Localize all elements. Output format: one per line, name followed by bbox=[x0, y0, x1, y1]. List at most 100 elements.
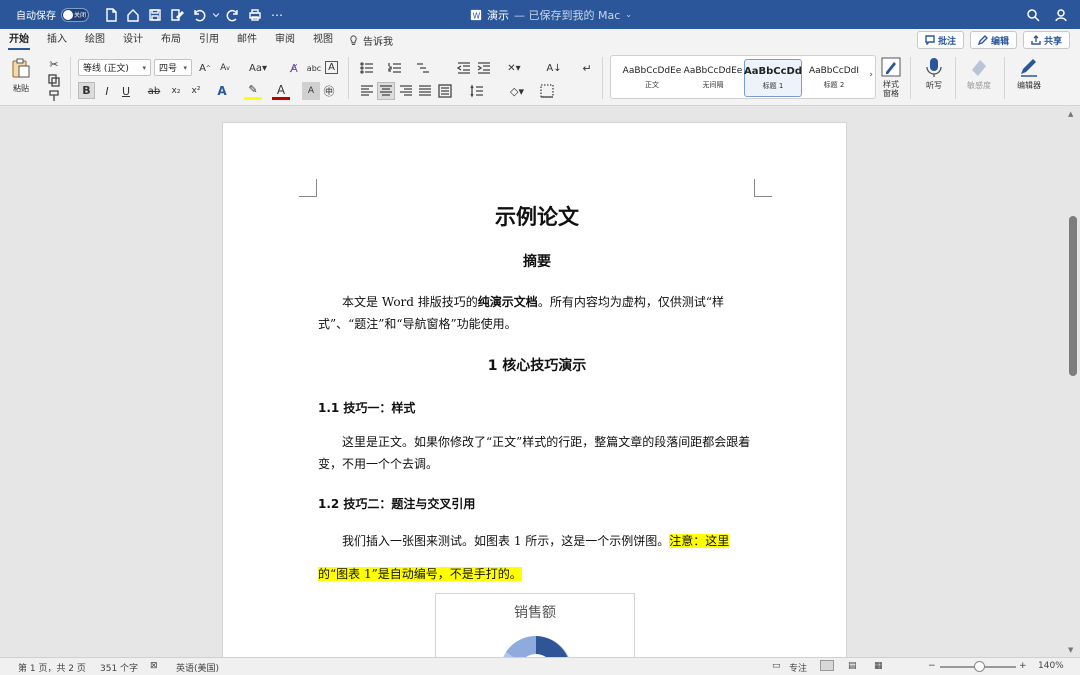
autosave-toggle[interactable]: 关闭 bbox=[61, 7, 89, 22]
align-right-icon[interactable] bbox=[397, 82, 415, 100]
abstract-heading[interactable]: 摘要 bbox=[318, 251, 756, 271]
focus-mode-button[interactable]: 专注 bbox=[789, 661, 807, 674]
heading-1-1[interactable]: 1.1 技巧一：样式 bbox=[318, 399, 756, 416]
font-size-combo[interactable]: 四号 ▾ bbox=[154, 59, 192, 76]
align-left-icon[interactable] bbox=[358, 82, 376, 100]
tab-design[interactable]: 设计 bbox=[114, 29, 152, 51]
shading-icon[interactable]: ◇▾ bbox=[508, 82, 526, 100]
highlight-icon[interactable]: ✎ bbox=[244, 82, 262, 100]
sort-icon[interactable]: A↓ bbox=[545, 59, 563, 77]
style-normal[interactable]: AaBbCcDdEe 正文 bbox=[623, 59, 682, 97]
home-icon[interactable] bbox=[123, 5, 143, 25]
increase-indent-icon[interactable] bbox=[475, 59, 493, 77]
zoom-level[interactable]: 140% bbox=[1038, 661, 1064, 671]
bold-button[interactable]: B bbox=[78, 82, 95, 99]
change-case-icon[interactable]: Aa▾ bbox=[246, 59, 270, 77]
char-shading-icon[interactable]: A bbox=[302, 82, 320, 100]
edit-button[interactable]: 编辑 bbox=[969, 31, 1017, 49]
bullets-icon[interactable] bbox=[358, 59, 376, 77]
document-title-heading[interactable]: 示例论文 bbox=[318, 201, 756, 231]
paste-button[interactable]: 粘贴 bbox=[10, 57, 32, 94]
scroll-down-arrow[interactable]: ▼ bbox=[1068, 646, 1073, 654]
dictate-button[interactable]: 听写 bbox=[921, 56, 947, 91]
tab-mailings[interactable]: 邮件 bbox=[228, 29, 266, 51]
italic-button[interactable]: I bbox=[98, 82, 116, 100]
zoom-slider-handle[interactable] bbox=[974, 661, 985, 672]
multilevel-list-icon[interactable] bbox=[414, 59, 432, 77]
align-center-icon[interactable] bbox=[377, 82, 395, 100]
document-title[interactable]: W 演示 — 已保存到我的 Mac ⌄ bbox=[470, 0, 632, 29]
focus-icon[interactable]: ▭ bbox=[772, 661, 781, 671]
text-effects-icon[interactable]: A bbox=[213, 82, 231, 100]
pencil-icon bbox=[977, 35, 988, 45]
sensitivity-button[interactable]: 敏感度 bbox=[962, 56, 996, 91]
zoom-out-button[interactable]: − bbox=[928, 661, 936, 671]
styles-more-chevron-icon[interactable]: › bbox=[869, 70, 873, 80]
new-document-icon[interactable] bbox=[101, 5, 121, 25]
line-spacing-icon[interactable] bbox=[468, 82, 486, 100]
font-color-icon[interactable]: A bbox=[272, 82, 290, 100]
style-heading-2[interactable]: AaBbCcDdI 标题 2 bbox=[805, 59, 863, 97]
more-icon[interactable]: ⋯ bbox=[267, 5, 287, 25]
pie-chart-object[interactable]: 销售额 bbox=[435, 593, 635, 661]
superscript-button[interactable]: x² bbox=[187, 82, 205, 100]
print-layout-view-icon[interactable] bbox=[820, 660, 834, 671]
body-paragraph-caption[interactable]: 我们插入一张图来测试。如图表 1 所示，这是一个示例饼图。注意：这里的“图表 1… bbox=[318, 525, 756, 591]
proofing-icon[interactable]: ⊠ bbox=[150, 661, 158, 671]
format-painter-icon[interactable] bbox=[45, 87, 63, 105]
tab-home[interactable]: 开始 bbox=[0, 29, 38, 51]
heading-1-2[interactable]: 1.2 技巧二：题注与交叉引用 bbox=[318, 495, 756, 512]
read-mode-view-icon[interactable]: ▦ bbox=[874, 661, 883, 671]
tell-me-search[interactable]: 告诉我 bbox=[348, 33, 393, 48]
style-heading-1[interactable]: AaBbCcDd 标题 1 bbox=[744, 59, 802, 97]
comment-button[interactable]: 批注 bbox=[916, 31, 964, 49]
share-button[interactable]: 共享 bbox=[1022, 31, 1070, 49]
word-count[interactable]: 351 个字 bbox=[100, 661, 138, 674]
grow-font-icon[interactable]: A ^ bbox=[196, 59, 214, 77]
shrink-font-icon[interactable]: Av bbox=[216, 59, 234, 77]
distributed-icon[interactable] bbox=[436, 82, 454, 100]
abstract-paragraph[interactable]: 本文是 Word 排版技巧的纯演示文档。所有内容均为虚构，仅供测试“样式”、“题… bbox=[318, 291, 756, 335]
decrease-indent-icon[interactable] bbox=[455, 59, 473, 77]
borders-icon[interactable] bbox=[538, 82, 556, 100]
account-icon[interactable] bbox=[1054, 8, 1068, 22]
asian-layout-icon[interactable]: ✕▾ bbox=[505, 59, 523, 77]
clear-formatting-icon[interactable]: A̸ bbox=[285, 59, 303, 77]
search-icon[interactable] bbox=[1026, 8, 1040, 22]
font-name-combo[interactable]: 等线 (正文) ▾ bbox=[78, 59, 151, 76]
web-layout-view-icon[interactable]: ▤ bbox=[848, 661, 857, 671]
chevron-down-icon[interactable] bbox=[211, 5, 221, 25]
tab-view[interactable]: 视图 bbox=[304, 29, 342, 51]
document-page[interactable]: 示例论文 摘要 本文是 Word 排版技巧的纯演示文档。所有内容均为虚构，仅供测… bbox=[222, 122, 847, 662]
heading-1[interactable]: 1 核心技巧演示 bbox=[318, 355, 756, 375]
scroll-up-arrow[interactable]: ▲ bbox=[1068, 110, 1073, 118]
phonetic-guide-icon[interactable]: abc bbox=[305, 59, 323, 77]
style-no-spacing[interactable]: AaBbCcDdEe 无间隔 bbox=[684, 59, 743, 97]
vertical-scrollbar-thumb[interactable] bbox=[1069, 216, 1077, 376]
tab-references[interactable]: 引用 bbox=[190, 29, 228, 51]
language-indicator[interactable]: 英语(美国) bbox=[176, 661, 219, 674]
print-icon[interactable] bbox=[245, 5, 265, 25]
body-paragraph[interactable]: 这里是正文。如果你修改了“正文”样式的行距，整篇文章的段落间距都会跟着变，不用一… bbox=[318, 431, 756, 475]
undo-icon[interactable] bbox=[189, 5, 209, 25]
strikethrough-button[interactable]: ab bbox=[145, 82, 163, 100]
document-canvas[interactable]: 示例论文 摘要 本文是 Word 排版技巧的纯演示文档。所有内容均为虚构，仅供测… bbox=[0, 106, 1080, 662]
show-marks-icon[interactable]: ↵ bbox=[578, 59, 596, 77]
numbering-icon[interactable] bbox=[386, 59, 404, 77]
styles-pane-button[interactable]: 样式 窗格 bbox=[879, 56, 903, 98]
tab-layout[interactable]: 布局 bbox=[152, 29, 190, 51]
char-border-icon[interactable]: A bbox=[325, 61, 338, 74]
enclose-char-icon[interactable]: ㊥ bbox=[320, 82, 338, 100]
save-icon[interactable] bbox=[145, 5, 165, 25]
subscript-button[interactable]: x₂ bbox=[167, 82, 185, 100]
tab-review[interactable]: 审阅 bbox=[266, 29, 304, 51]
underline-button[interactable]: U bbox=[117, 82, 135, 100]
zoom-in-button[interactable]: + bbox=[1019, 661, 1027, 671]
tab-draw[interactable]: 绘图 bbox=[76, 29, 114, 51]
page-count[interactable]: 第 1 页，共 2 页 bbox=[18, 661, 86, 674]
editor-button[interactable]: 编辑器 bbox=[1012, 56, 1046, 91]
justify-icon[interactable] bbox=[416, 82, 434, 100]
edit-document-icon[interactable] bbox=[167, 5, 187, 25]
tab-insert[interactable]: 插入 bbox=[38, 29, 76, 51]
redo-icon[interactable] bbox=[223, 5, 243, 25]
